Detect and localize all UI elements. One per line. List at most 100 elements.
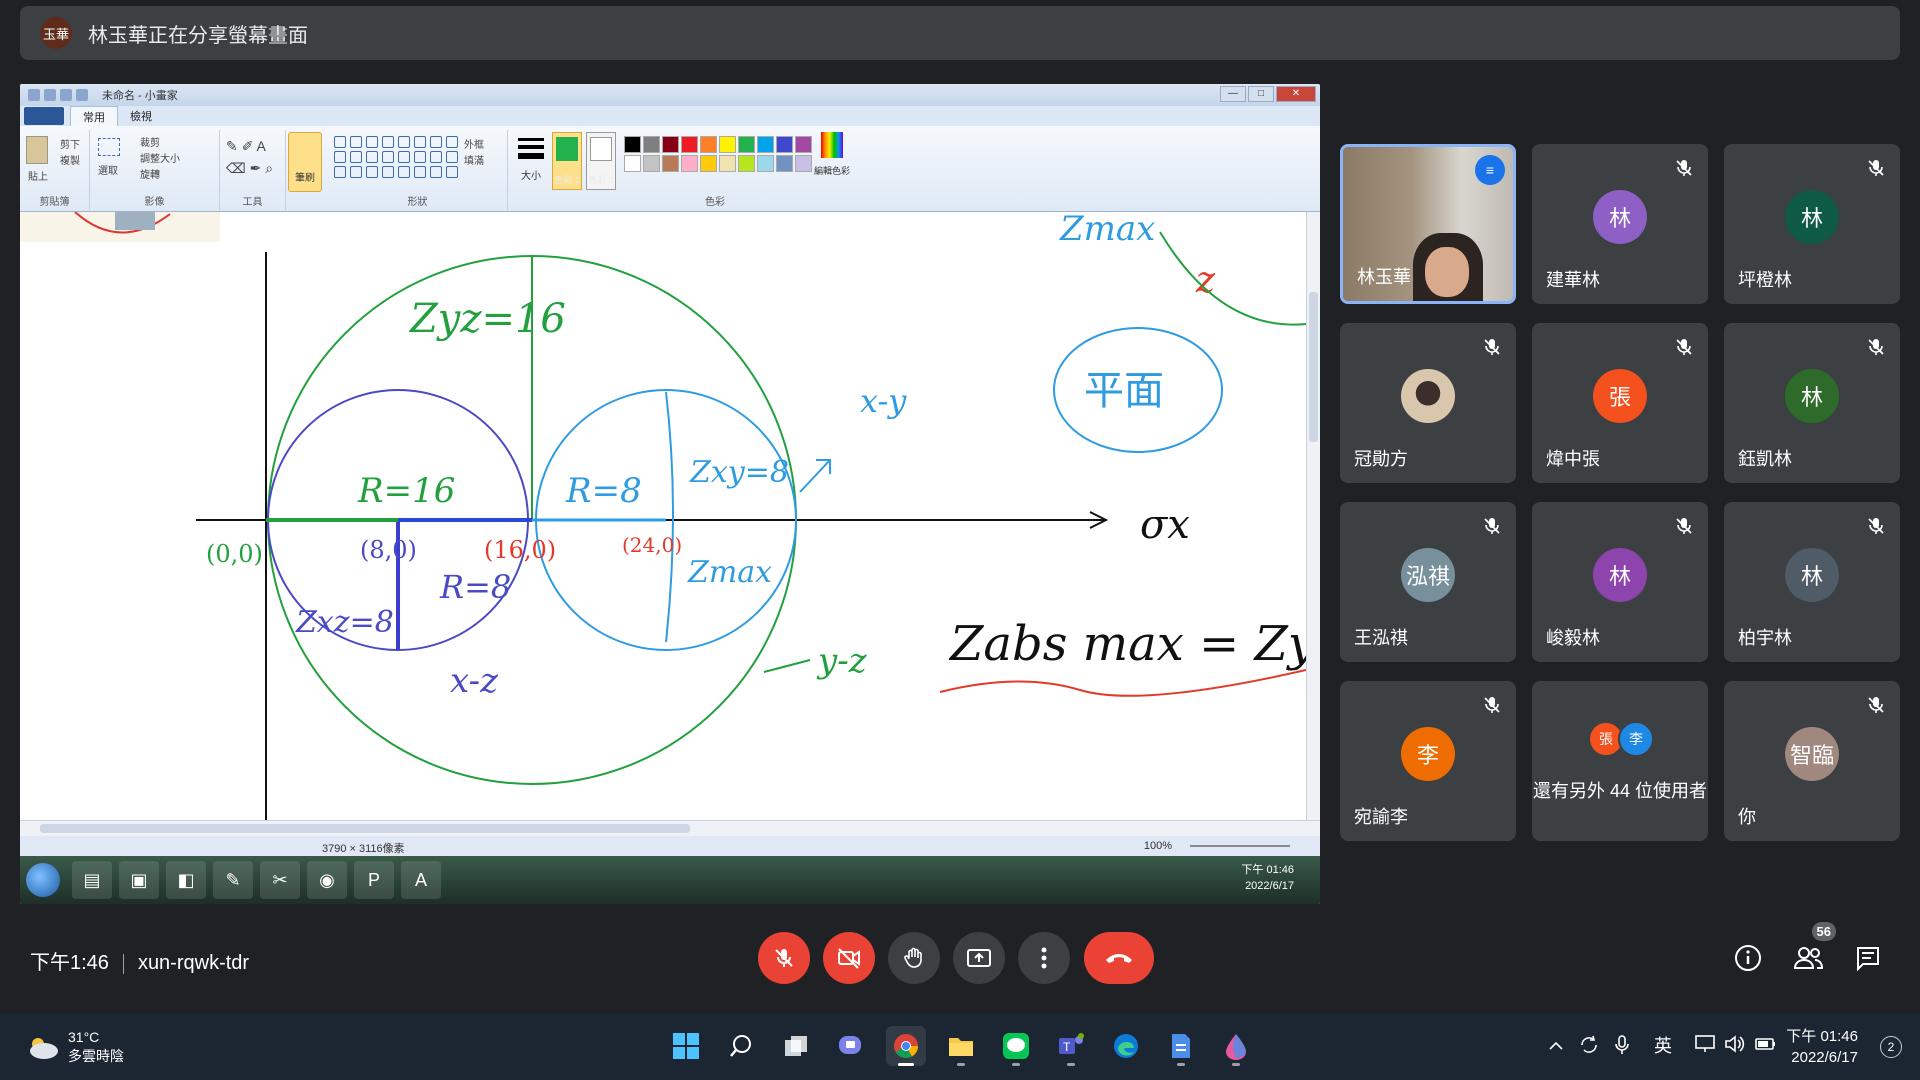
tab-home[interactable]: 常用 xyxy=(70,105,118,127)
minimize-button[interactable]: — xyxy=(1220,86,1246,102)
select-button[interactable]: 選取 xyxy=(98,162,118,177)
sync-tray-button[interactable] xyxy=(1578,1034,1600,1061)
task-view-button[interactable] xyxy=(776,1026,816,1066)
participant-tile[interactable]: 林建華林 xyxy=(1532,144,1708,304)
participant-tile[interactable]: 林坪橙林 xyxy=(1724,144,1900,304)
battery-tray-button[interactable] xyxy=(1754,1034,1778,1059)
select-icon[interactable] xyxy=(98,138,120,156)
participant-tile[interactable]: 智臨你 xyxy=(1724,681,1900,841)
paint-app-button[interactable] xyxy=(1216,1026,1256,1066)
input-method-indicator[interactable]: 英 xyxy=(1654,1032,1672,1058)
crop-button[interactable]: 裁剪 xyxy=(140,134,160,149)
acrobat-icon[interactable]: A xyxy=(401,861,441,899)
more-options-button[interactable] xyxy=(1018,932,1070,984)
participant-tile[interactable]: 冠勛方 xyxy=(1340,323,1516,483)
resize-button[interactable]: 調整大小 xyxy=(140,150,180,165)
color-swatch[interactable] xyxy=(795,136,812,153)
color-swatch[interactable] xyxy=(738,155,755,172)
color-swatch[interactable] xyxy=(776,136,793,153)
color1-button[interactable]: 色彩 1 xyxy=(552,132,582,190)
participant-tile[interactable]: 泓祺 王泓祺 xyxy=(1340,502,1516,662)
color-swatch[interactable] xyxy=(757,136,774,153)
paste-button[interactable]: 貼上 xyxy=(28,168,48,183)
vertical-scrollbar[interactable] xyxy=(1306,212,1320,820)
paint-taskbar-icon[interactable]: ◧ xyxy=(166,861,206,899)
snipping-icon[interactable]: ✂ xyxy=(260,861,300,899)
color-swatch[interactable] xyxy=(719,136,736,153)
size-button[interactable]: 大小 xyxy=(516,134,546,182)
participant-tile[interactable]: 李宛諭李 xyxy=(1340,681,1516,841)
participant-tile[interactable]: 林峻毅林 xyxy=(1532,502,1708,662)
chrome-icon[interactable]: ◉ xyxy=(307,861,347,899)
color-swatch[interactable] xyxy=(700,136,717,153)
color-swatch[interactable] xyxy=(643,155,660,172)
meeting-details-button[interactable] xyxy=(1730,940,1766,976)
system-clock[interactable]: 下午 01:46 2022/6/17 xyxy=(1786,1026,1858,1068)
color-palette[interactable] xyxy=(624,136,812,172)
notepad-button[interactable] xyxy=(1161,1026,1201,1066)
raise-hand-button[interactable] xyxy=(888,932,940,984)
copy-button[interactable]: 複製 xyxy=(60,152,80,167)
color-swatch[interactable] xyxy=(662,136,679,153)
participant-tile[interactable]: ≡ 林玉華 xyxy=(1340,144,1516,304)
participant-tile[interactable]: 張煒中張 xyxy=(1532,323,1708,483)
more-participants-tile[interactable]: 張李還有另外 44 位使用者 xyxy=(1532,681,1708,841)
tool-icons-2[interactable]: ⌫ ✒ ⌕ xyxy=(226,160,273,177)
present-screen-button[interactable] xyxy=(953,932,1005,984)
color-swatch[interactable] xyxy=(719,155,736,172)
color-swatch[interactable] xyxy=(624,136,641,153)
leave-call-button[interactable] xyxy=(1084,932,1154,984)
file-explorer-button[interactable] xyxy=(941,1026,981,1066)
teams-button[interactable]: T xyxy=(1051,1026,1091,1066)
participant-tile[interactable]: 林鈺凱林 xyxy=(1724,323,1900,483)
fill-button[interactable]: 填滿 xyxy=(464,152,484,167)
mic-toggle-button[interactable] xyxy=(758,932,810,984)
participant-tile[interactable]: 林柏宇林 xyxy=(1724,502,1900,662)
teams-chat-button[interactable] xyxy=(831,1026,871,1066)
search-button[interactable] xyxy=(721,1026,761,1066)
tool-icons[interactable]: ✎ ✐ A xyxy=(226,138,266,155)
close-button[interactable]: ✕ xyxy=(1276,86,1316,102)
camera-toggle-button[interactable] xyxy=(823,932,875,984)
color-swatch[interactable] xyxy=(700,155,717,172)
color-swatch[interactable] xyxy=(795,155,812,172)
cut-button[interactable]: 剪下 xyxy=(60,136,80,151)
shape-gallery[interactable] xyxy=(334,136,459,178)
rotate-button[interactable]: 旋轉 xyxy=(140,166,160,181)
edit-colors-button[interactable]: 編輯色彩 xyxy=(812,132,852,177)
paint-active-icon[interactable]: ✎ xyxy=(213,861,253,899)
color-swatch[interactable] xyxy=(757,155,774,172)
notification-badge[interactable]: 2 xyxy=(1880,1036,1902,1058)
zoom-slider[interactable] xyxy=(1190,845,1290,847)
color-swatch[interactable] xyxy=(643,136,660,153)
line-button[interactable] xyxy=(996,1026,1036,1066)
edge-button[interactable] xyxy=(1106,1026,1146,1066)
color-swatch[interactable] xyxy=(738,136,755,153)
maximize-button[interactable]: □ xyxy=(1248,86,1274,102)
participants-button[interactable]: 56 xyxy=(1790,922,1836,976)
color-swatch[interactable] xyxy=(681,155,698,172)
microphone-tray-button[interactable] xyxy=(1614,1034,1630,1061)
explorer-icon[interactable]: ▤ xyxy=(72,861,112,899)
start-orb-icon[interactable] xyxy=(26,863,60,897)
chrome-taskbar-button[interactable] xyxy=(886,1026,926,1066)
chat-button[interactable] xyxy=(1850,940,1886,976)
paint-canvas[interactable]: Zyz=16 R=16 R=8 R=8 Zxy=8 Zxz=8 Zmax (0,… xyxy=(20,209,1320,820)
remote-desktop-icon[interactable]: ▣ xyxy=(119,861,159,899)
network-tray-button[interactable] xyxy=(1694,1034,1716,1059)
tab-view[interactable]: 檢視 xyxy=(118,106,164,126)
show-hidden-icons[interactable] xyxy=(1548,1034,1564,1055)
paste-icon[interactable] xyxy=(26,136,48,164)
color-swatch[interactable] xyxy=(681,136,698,153)
outline-button[interactable]: 外框 xyxy=(464,136,484,151)
color-swatch[interactable] xyxy=(624,155,641,172)
color-swatch[interactable] xyxy=(662,155,679,172)
horizontal-scrollbar[interactable] xyxy=(20,820,1320,836)
weather-widget[interactable]: 31°C 多雲時陰 xyxy=(26,1028,124,1066)
start-button[interactable] xyxy=(666,1026,706,1066)
powerpoint-icon[interactable]: P xyxy=(354,861,394,899)
color2-button[interactable]: 色彩 2 xyxy=(586,132,616,190)
color-swatch[interactable] xyxy=(776,155,793,172)
brush-button[interactable]: 筆刷 xyxy=(288,132,322,192)
volume-tray-button[interactable] xyxy=(1724,1034,1746,1059)
